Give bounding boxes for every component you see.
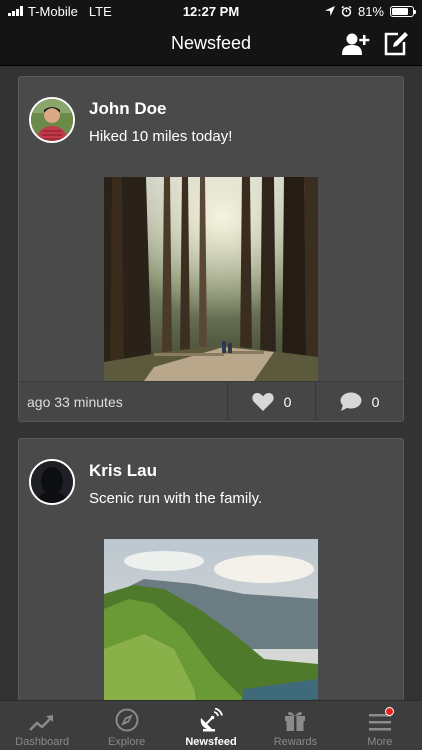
tab-label: Rewards (273, 736, 318, 748)
tab-explore[interactable]: Explore (84, 701, 168, 750)
status-bar: T-Mobile LTE 12:27 PM 81% (0, 0, 422, 22)
comment-count: 0 (371, 393, 380, 410)
post-photo[interactable] (104, 539, 318, 700)
satellite-dish-icon (200, 708, 223, 732)
status-time: 12:27 PM (182, 3, 240, 19)
post-meta: John Doe Hiked 10 miles today! (89, 97, 232, 177)
post-author[interactable]: John Doe (89, 99, 232, 119)
post-meta: Kris Lau Scenic run with the family. (89, 459, 262, 539)
comment-icon (340, 392, 362, 411)
tab-label: More (367, 736, 393, 748)
post-header: John Doe Hiked 10 miles today! (19, 77, 403, 177)
tab-label: Explore (107, 736, 146, 748)
avatar[interactable] (29, 459, 75, 505)
battery-fill (392, 7, 409, 15)
post-card[interactable]: Kris Lau Scenic run with the family. (18, 438, 404, 700)
status-right: 81% (264, 3, 416, 19)
like-count: 0 (283, 393, 292, 410)
avatar[interactable] (29, 97, 75, 143)
heart-icon (251, 392, 274, 411)
post-photo[interactable] (104, 177, 318, 381)
newsfeed-list[interactable]: John Doe Hiked 10 miles today! ago 33 mi… (0, 66, 422, 700)
tab-label: Dashboard (15, 736, 70, 748)
alarm-icon (341, 5, 352, 17)
post-text: Scenic run with the family. (89, 490, 263, 507)
post-author[interactable]: Kris Lau (89, 461, 262, 481)
nav-actions (342, 30, 410, 58)
compass-icon (115, 708, 139, 732)
location-icon (324, 6, 335, 16)
add-friend-icon (342, 33, 370, 55)
chart-trend-icon (29, 715, 54, 731)
tab-more[interactable]: More (338, 701, 422, 750)
carrier-label: T-Mobile (28, 3, 78, 19)
notification-badge (385, 707, 395, 716)
add-friend-button[interactable] (342, 30, 370, 58)
compose-button[interactable] (382, 30, 410, 58)
gift-icon (285, 712, 306, 731)
signal-icon (8, 6, 23, 16)
status-left: T-Mobile LTE (8, 4, 158, 19)
nav-bar: Newsfeed (0, 22, 422, 66)
post-card[interactable]: John Doe Hiked 10 miles today! ago 33 mi… (18, 76, 404, 422)
tab-newsfeed[interactable]: Newsfeed (169, 701, 253, 750)
battery-icon (390, 5, 416, 17)
tab-rewards[interactable]: Rewards (253, 701, 337, 750)
tab-label: Newsfeed (185, 736, 237, 748)
compose-icon (384, 32, 408, 56)
post-text: Hiked 10 miles today! (89, 128, 233, 145)
battery-percent: 81% (357, 3, 384, 19)
comment-button[interactable]: 0 (315, 382, 403, 421)
page-title: Newsfeed (170, 33, 252, 53)
network-label: LTE (88, 3, 112, 19)
tab-dashboard[interactable]: Dashboard (0, 701, 84, 750)
post-header: Kris Lau Scenic run with the family. (19, 439, 403, 539)
post-footer: ago 33 minutes 0 0 (19, 381, 403, 421)
tab-bar: Dashboard Explore Newsfeed Rewards More (0, 700, 422, 750)
like-button[interactable]: 0 (227, 382, 315, 421)
post-time: ago 33 minutes (27, 393, 123, 410)
